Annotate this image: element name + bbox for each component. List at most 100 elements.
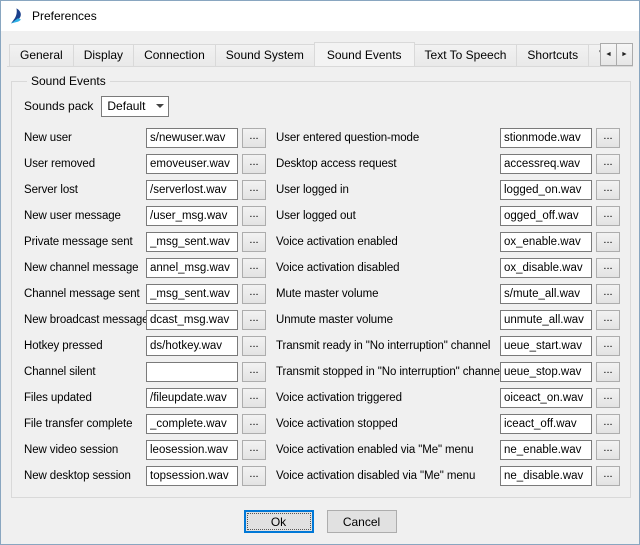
sound-event-label: User removed	[24, 158, 146, 170]
sound-file-input[interactable]	[500, 414, 592, 434]
browse-button[interactable]: ...	[596, 440, 620, 460]
browse-button[interactable]: ...	[242, 180, 266, 200]
sound-event-label: Voice activation enabled via "Me" menu	[276, 444, 500, 456]
dialog-body: GeneralDisplayConnectionSound SystemSoun…	[1, 31, 639, 544]
browse-button[interactable]: ...	[242, 258, 266, 278]
sound-event-row: Desktop access request...	[276, 151, 620, 177]
sound-file-input[interactable]	[146, 466, 238, 486]
tab-scroll-left-icon[interactable]: ◄	[600, 43, 617, 66]
sound-event-row: Voice activation triggered...	[276, 385, 620, 411]
sound-event-label: New desktop session	[24, 470, 146, 482]
sound-file-input[interactable]	[146, 206, 238, 226]
sound-file-input[interactable]	[500, 284, 592, 304]
browse-button[interactable]: ...	[596, 232, 620, 252]
browse-button[interactable]: ...	[242, 388, 266, 408]
tab-text-to-speech[interactable]: Text To Speech	[414, 44, 518, 66]
sound-event-label: New video session	[24, 444, 146, 456]
browse-button[interactable]: ...	[242, 232, 266, 252]
browse-button[interactable]: ...	[596, 258, 620, 278]
sound-file-input[interactable]	[146, 414, 238, 434]
sound-file-input[interactable]	[500, 206, 592, 226]
cancel-button[interactable]: Cancel	[327, 510, 397, 533]
browse-button[interactable]: ...	[596, 180, 620, 200]
sound-event-label: Hotkey pressed	[24, 340, 146, 352]
sound-file-input[interactable]	[146, 310, 238, 330]
sound-file-input[interactable]	[500, 180, 592, 200]
sound-file-input[interactable]	[500, 440, 592, 460]
group-title: Sound Events	[27, 74, 110, 88]
sound-file-input[interactable]	[500, 310, 592, 330]
browse-button[interactable]: ...	[242, 440, 266, 460]
browse-button[interactable]: ...	[242, 466, 266, 486]
sound-event-row: New user message...	[24, 203, 266, 229]
sound-file-input[interactable]	[146, 180, 238, 200]
sound-event-label: Server lost	[24, 184, 146, 196]
browse-button[interactable]: ...	[596, 154, 620, 174]
sound-file-input[interactable]	[500, 466, 592, 486]
sound-event-label: Mute master volume	[276, 288, 500, 300]
titlebar: Preferences	[1, 1, 639, 31]
browse-button[interactable]: ...	[596, 466, 620, 486]
sound-event-row: Mute master volume...	[276, 281, 620, 307]
sound-file-input[interactable]	[146, 284, 238, 304]
sounds-pack-row: Sounds pack Default	[24, 95, 620, 117]
sound-file-input[interactable]	[146, 232, 238, 252]
sound-event-row: Files updated...	[24, 385, 266, 411]
sound-file-input[interactable]	[500, 336, 592, 356]
sound-event-row: New broadcast message...	[24, 307, 266, 333]
browse-button[interactable]: ...	[242, 336, 266, 356]
browse-button[interactable]: ...	[242, 284, 266, 304]
sound-event-label: User logged in	[276, 184, 500, 196]
browse-button[interactable]: ...	[596, 362, 620, 382]
browse-button[interactable]: ...	[596, 206, 620, 226]
tab-general[interactable]: General	[9, 44, 74, 66]
sound-file-input[interactable]	[500, 258, 592, 278]
browse-button[interactable]: ...	[242, 206, 266, 226]
sound-event-row: Voice activation disabled via "Me" menu.…	[276, 463, 620, 489]
sound-file-input[interactable]	[500, 362, 592, 382]
tab-display[interactable]: Display	[73, 44, 134, 66]
sound-file-input[interactable]	[500, 128, 592, 148]
sound-file-input[interactable]	[146, 440, 238, 460]
browse-button[interactable]: ...	[242, 414, 266, 434]
sound-event-label: Voice activation disabled via "Me" menu	[276, 470, 500, 482]
sound-event-label: Voice activation stopped	[276, 418, 500, 430]
tab-sound-events[interactable]: Sound Events	[314, 42, 415, 67]
tab-scroll-right-icon[interactable]: ►	[616, 43, 633, 66]
sound-file-input[interactable]	[500, 388, 592, 408]
ok-button[interactable]: Ok	[244, 510, 314, 533]
sound-file-input[interactable]	[146, 336, 238, 356]
sound-event-label: Channel message sent	[24, 288, 146, 300]
sound-file-input[interactable]	[146, 154, 238, 174]
browse-button[interactable]: ...	[242, 310, 266, 330]
sound-file-input[interactable]	[146, 128, 238, 148]
browse-button[interactable]: ...	[596, 310, 620, 330]
browse-button[interactable]: ...	[596, 128, 620, 148]
sound-file-input[interactable]	[500, 154, 592, 174]
browse-button[interactable]: ...	[242, 128, 266, 148]
browse-button[interactable]: ...	[242, 362, 266, 382]
tab-sound-system[interactable]: Sound System	[215, 44, 315, 66]
browse-button[interactable]: ...	[596, 336, 620, 356]
sound-event-row: Unmute master volume...	[276, 307, 620, 333]
sound-event-row: Private message sent...	[24, 229, 266, 255]
sounds-pack-select[interactable]: Default	[101, 96, 169, 117]
sound-event-label: Unmute master volume	[276, 314, 500, 326]
sound-file-input[interactable]	[146, 362, 238, 382]
sound-file-input[interactable]	[146, 258, 238, 278]
browse-button[interactable]: ...	[242, 154, 266, 174]
preferences-window: Preferences GeneralDisplayConnectionSoun…	[0, 0, 640, 545]
sound-event-label: Files updated	[24, 392, 146, 404]
sound-file-input[interactable]	[146, 388, 238, 408]
sound-event-row: User logged out...	[276, 203, 620, 229]
browse-button[interactable]: ...	[596, 284, 620, 304]
sound-file-input[interactable]	[500, 232, 592, 252]
sound-event-label: Voice activation enabled	[276, 236, 500, 248]
tab-shortcuts[interactable]: Shortcuts	[516, 44, 589, 66]
browse-button[interactable]: ...	[596, 414, 620, 434]
app-icon	[9, 8, 25, 24]
browse-button[interactable]: ...	[596, 388, 620, 408]
sound-event-row: Voice activation stopped...	[276, 411, 620, 437]
sound-event-row: User logged in...	[276, 177, 620, 203]
tab-connection[interactable]: Connection	[133, 44, 216, 66]
